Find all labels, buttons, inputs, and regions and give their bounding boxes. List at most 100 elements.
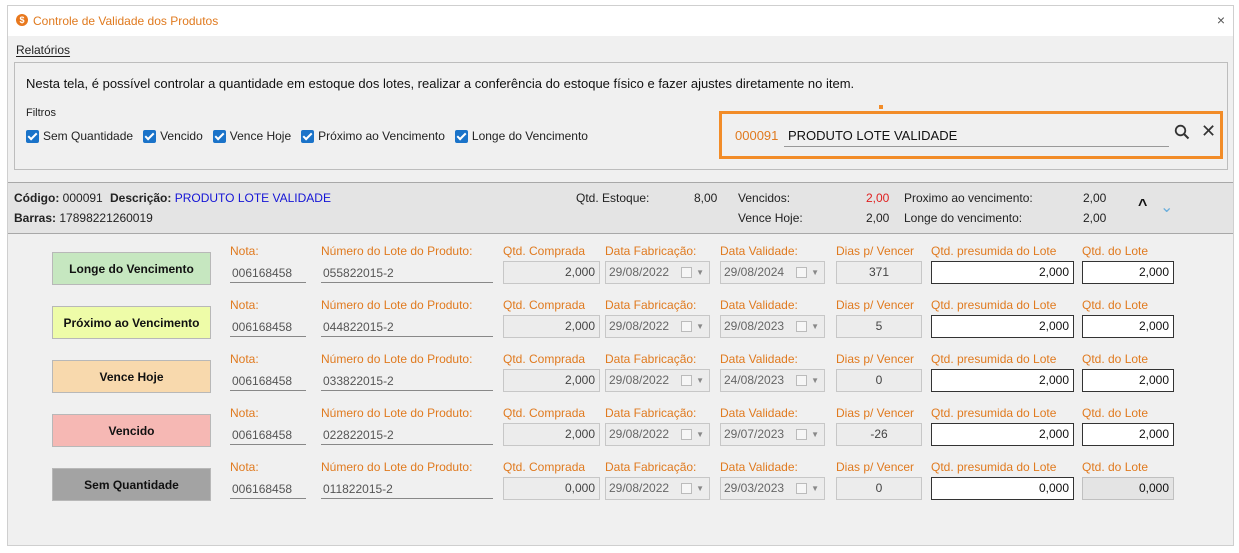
presumida-input[interactable]: 0,000 <box>931 477 1074 500</box>
checkbox-checked-icon[interactable] <box>301 129 315 143</box>
product-search-input[interactable]: PRODUTO LOTE VALIDADE <box>784 123 1169 147</box>
app-logo-icon: $ <box>16 14 28 26</box>
fabricacao-date-picker[interactable]: 29/08/2022 ▼ <box>605 369 710 392</box>
calendar-icon[interactable] <box>796 375 807 386</box>
close-icon[interactable]: × <box>1217 12 1225 28</box>
presumida-input[interactable]: 2,000 <box>931 261 1074 284</box>
status-button[interactable]: Sem Quantidade <box>52 468 211 501</box>
dropdown-arrow-icon[interactable]: ▼ <box>696 316 704 337</box>
checkbox-checked-icon[interactable] <box>454 129 468 143</box>
dropdown-arrow-icon[interactable]: ▼ <box>696 478 704 499</box>
dropdown-arrow-icon[interactable]: ▼ <box>811 370 819 391</box>
qtd-lote-input[interactable]: 2,000 <box>1082 423 1174 446</box>
lote-label: Número do Lote do Produto: <box>321 298 473 312</box>
filter-checkboxes: Sem Quantidade Vencido Vence Hoje Próxim… <box>26 129 598 143</box>
chevron-up-icon[interactable]: ^ <box>1138 197 1147 215</box>
calendar-icon[interactable] <box>681 267 692 278</box>
presumida-label: Qtd. presumida do Lote <box>931 460 1057 474</box>
menu-item-reports[interactable]: Relatórios <box>16 43 70 57</box>
nota-label: Nota: <box>230 244 259 258</box>
nota-field[interactable]: 006168458 <box>230 317 306 337</box>
validade-date-picker[interactable]: 29/08/2024 ▼ <box>720 261 825 284</box>
qtd-lote-input[interactable]: 2,000 <box>1082 369 1174 392</box>
qtd-lote-input[interactable]: 2,000 <box>1082 315 1174 338</box>
search-icon[interactable] <box>1174 124 1190 140</box>
chevron-down-icon[interactable]: ⌄ <box>1160 197 1173 217</box>
status-button[interactable]: Próximo ao Vencimento <box>52 306 211 339</box>
fabricacao-label: Data Fabricação: <box>605 244 697 258</box>
calendar-icon[interactable] <box>681 429 692 440</box>
dropdown-arrow-icon[interactable]: ▼ <box>696 370 704 391</box>
validade-label: Data Validade: <box>720 298 798 312</box>
dropdown-arrow-icon[interactable]: ▼ <box>811 262 819 283</box>
status-button[interactable]: Vence Hoje <box>52 360 211 393</box>
lot-row: Sem Quantidade Nota: 006168458 Número do… <box>8 458 1233 512</box>
validade-date-picker[interactable]: 29/07/2023 ▼ <box>720 423 825 446</box>
filter-vence-hoje[interactable]: Vence Hoje <box>212 129 291 143</box>
qtd-lote-label: Qtd. do Lote <box>1082 298 1149 312</box>
nota-field[interactable]: 006168458 <box>230 371 306 391</box>
checkbox-checked-icon[interactable] <box>212 129 226 143</box>
dropdown-arrow-icon[interactable]: ▼ <box>811 316 819 337</box>
calendar-icon[interactable] <box>796 483 807 494</box>
product-code: Código: 000091 <box>14 191 103 205</box>
lote-field[interactable]: 044822015-2 <box>321 317 493 337</box>
nota-field[interactable]: 006168458 <box>230 263 306 283</box>
lote-field[interactable]: 033822015-2 <box>321 371 493 391</box>
calendar-icon[interactable] <box>796 429 807 440</box>
presumida-input[interactable]: 2,000 <box>931 423 1074 446</box>
fabricacao-date-picker[interactable]: 29/08/2022 ▼ <box>605 423 710 446</box>
comprada-field[interactable]: 0,000 <box>503 477 600 500</box>
product-search-box: 000091 PRODUTO LOTE VALIDADE ✕ <box>719 111 1223 159</box>
lote-label: Número do Lote do Produto: <box>321 352 473 366</box>
comprada-label: Qtd. Comprada <box>503 298 586 312</box>
filter-proximo-vencimento[interactable]: Próximo ao Vencimento <box>301 129 445 143</box>
checkbox-checked-icon[interactable] <box>143 129 157 143</box>
dias-label: Dias p/ Vencer <box>836 406 915 420</box>
filter-sem-quantidade[interactable]: Sem Quantidade <box>26 129 133 143</box>
comprada-field[interactable]: 2,000 <box>503 423 600 446</box>
dropdown-arrow-icon[interactable]: ▼ <box>811 478 819 499</box>
nota-label: Nota: <box>230 460 259 474</box>
dropdown-arrow-icon[interactable]: ▼ <box>811 424 819 445</box>
checkbox-checked-icon[interactable] <box>26 129 39 143</box>
lot-row: Vencido Nota: 006168458 Número do Lote d… <box>8 404 1233 458</box>
comprada-field[interactable]: 2,000 <box>503 261 600 284</box>
lot-row: Próximo ao Vencimento Nota: 006168458 Nú… <box>8 296 1233 350</box>
clear-icon[interactable]: ✕ <box>1201 122 1216 140</box>
filter-longe-vencimento[interactable]: Longe do Vencimento <box>454 129 588 143</box>
presumida-input[interactable]: 2,000 <box>931 369 1074 392</box>
qtd-lote-label: Qtd. do Lote <box>1082 460 1149 474</box>
fabricacao-date-picker[interactable]: 29/08/2022 ▼ <box>605 477 710 500</box>
lote-field[interactable]: 011822015-2 <box>321 479 493 499</box>
fabricacao-date-picker[interactable]: 29/08/2022 ▼ <box>605 315 710 338</box>
filter-vencido[interactable]: Vencido <box>143 129 203 143</box>
status-button[interactable]: Longe do Vencimento <box>52 252 211 285</box>
calendar-icon[interactable] <box>796 321 807 332</box>
calendar-icon[interactable] <box>681 483 692 494</box>
validade-date-picker[interactable]: 29/08/2023 ▼ <box>720 315 825 338</box>
calendar-icon[interactable] <box>681 375 692 386</box>
comprada-field[interactable]: 2,000 <box>503 315 600 338</box>
calendar-icon[interactable] <box>681 321 692 332</box>
dropdown-arrow-icon[interactable]: ▼ <box>696 262 704 283</box>
status-button[interactable]: Vencido <box>52 414 211 447</box>
validade-date-picker[interactable]: 29/03/2023 ▼ <box>720 477 825 500</box>
lote-field[interactable]: 055822015-2 <box>321 263 493 283</box>
dias-field: 0 <box>836 369 922 392</box>
fabricacao-date-picker[interactable]: 29/08/2022 ▼ <box>605 261 710 284</box>
expired-value: 2,00 <box>866 191 890 205</box>
dias-label: Dias p/ Vencer <box>836 298 915 312</box>
presumida-input[interactable]: 2,000 <box>931 315 1074 338</box>
dropdown-arrow-icon[interactable]: ▼ <box>696 424 704 445</box>
comprada-field[interactable]: 2,000 <box>503 369 600 392</box>
qtd-lote-input[interactable]: 2,000 <box>1082 261 1174 284</box>
lote-field[interactable]: 022822015-2 <box>321 425 493 445</box>
highlight-marker <box>879 105 883 109</box>
validade-date-picker[interactable]: 24/08/2023 ▼ <box>720 369 825 392</box>
nota-field[interactable]: 006168458 <box>230 425 306 445</box>
qtd-lote-input[interactable]: 0,000 <box>1082 477 1174 500</box>
filter-panel: Nesta tela, é possível controlar a quant… <box>14 62 1228 170</box>
calendar-icon[interactable] <box>796 267 807 278</box>
nota-field[interactable]: 006168458 <box>230 479 306 499</box>
